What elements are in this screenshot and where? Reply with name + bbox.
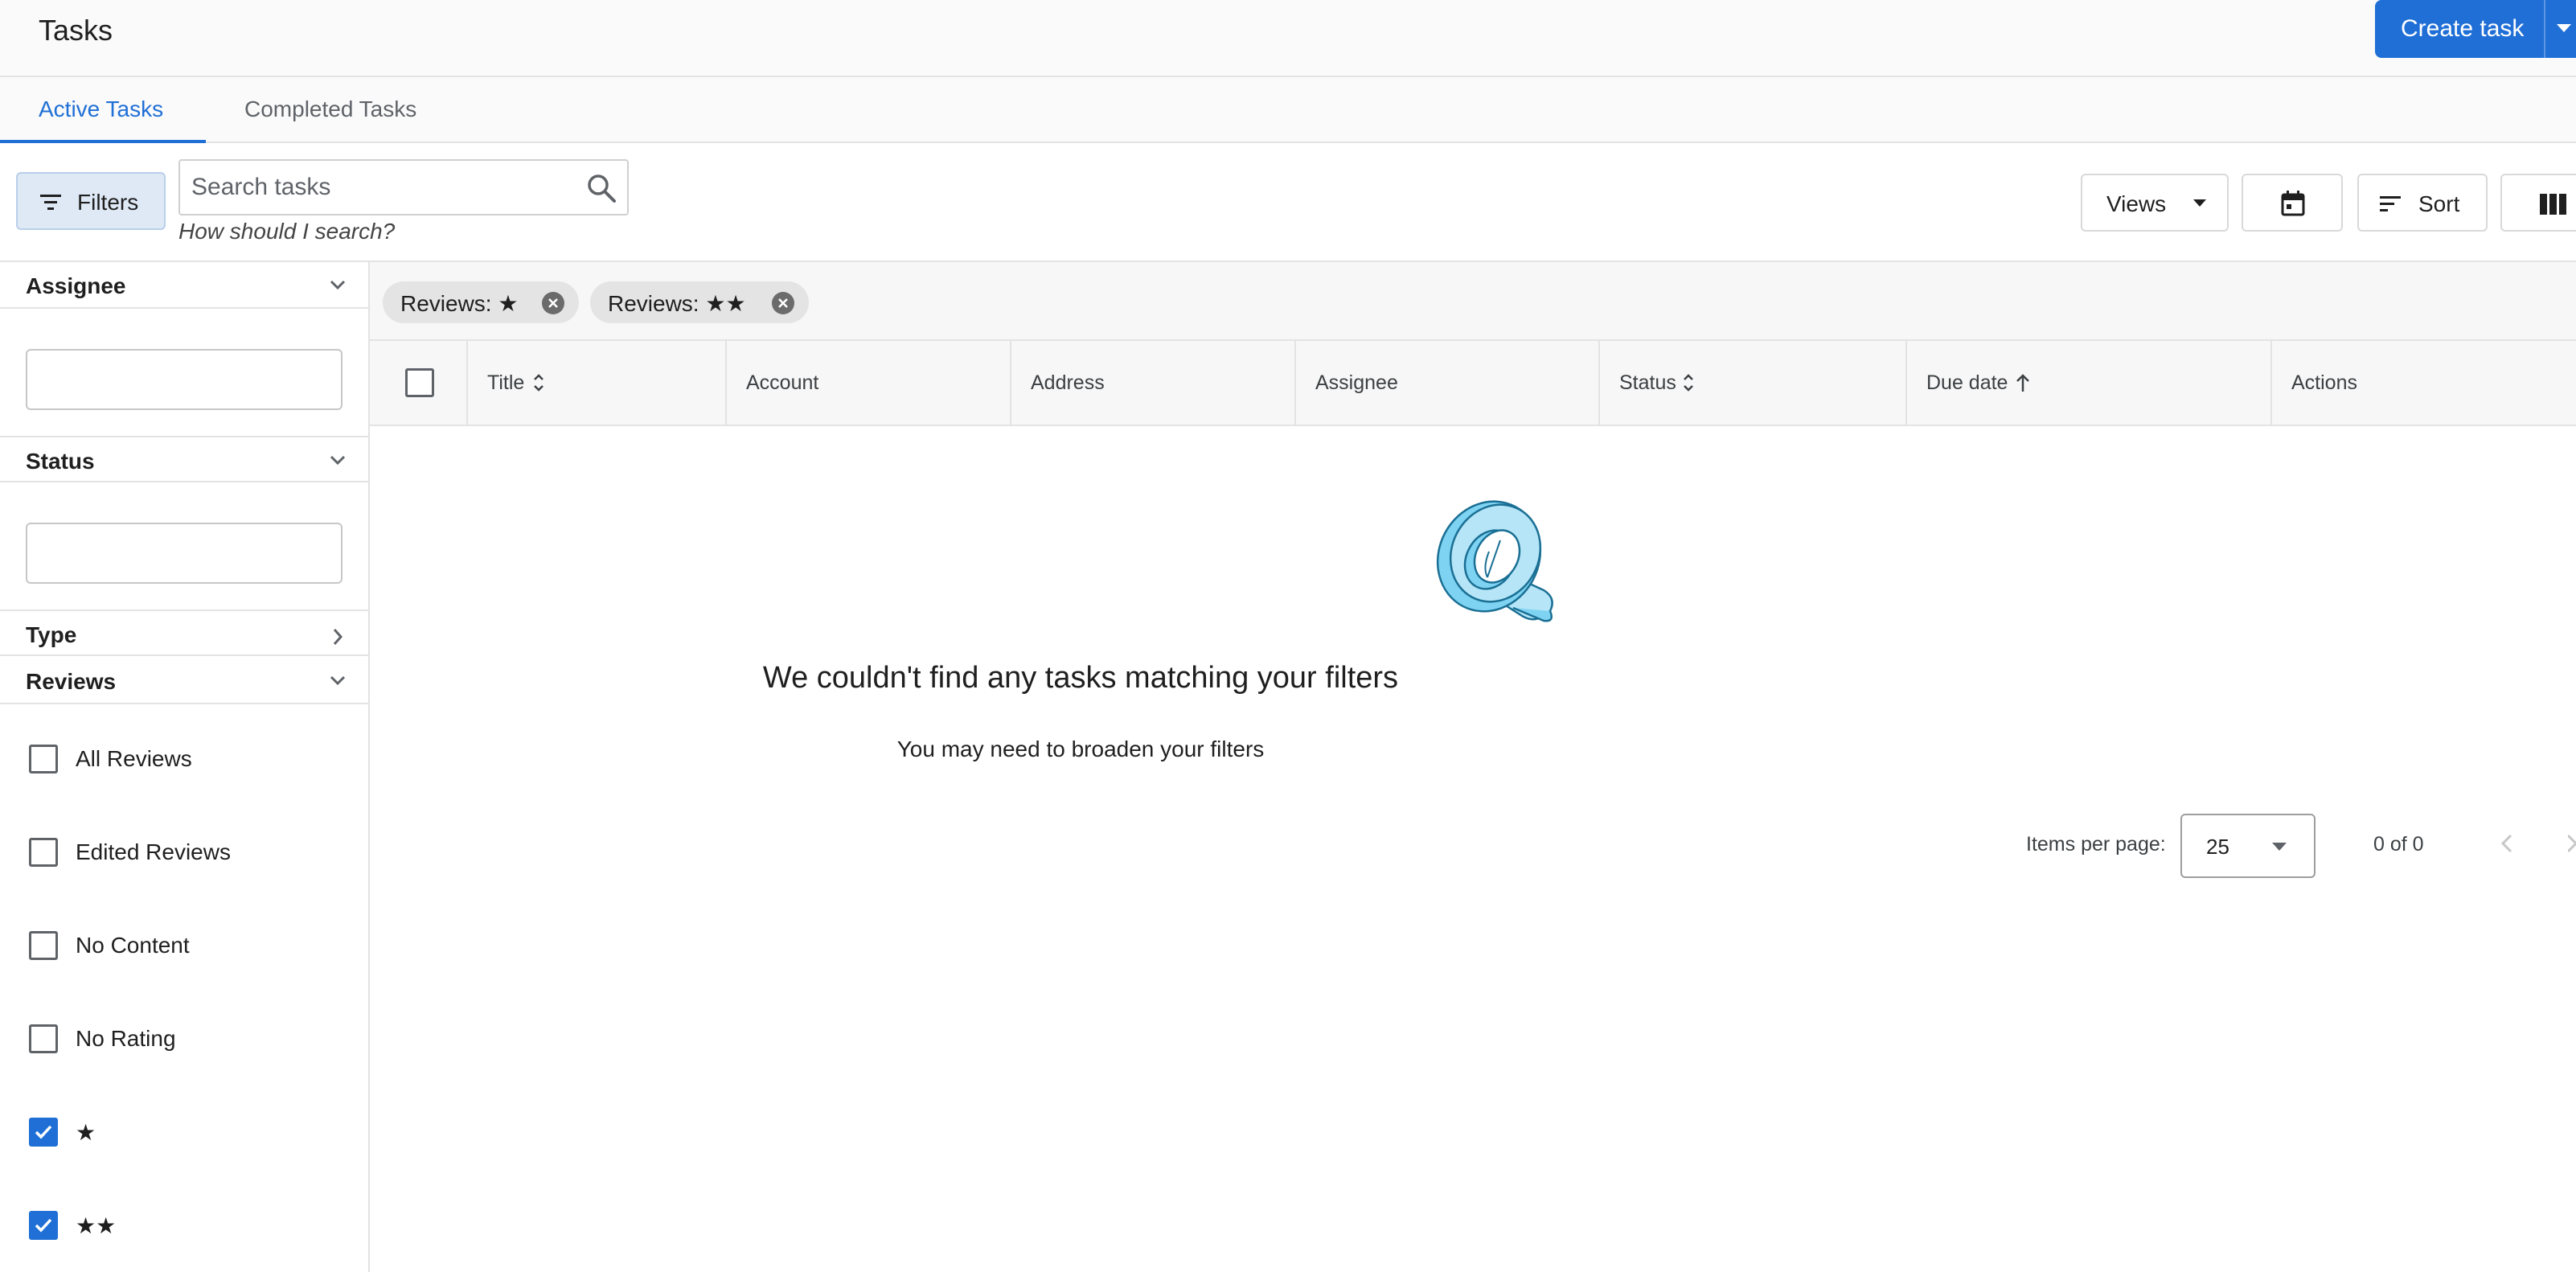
column-actions: Actions: [2272, 341, 2576, 425]
items-per-page-select[interactable]: 25: [2180, 814, 2316, 878]
checkbox-checked[interactable]: [29, 1118, 58, 1147]
chevron-down-icon: [330, 280, 346, 290]
filter-icon: [40, 195, 61, 210]
sort-icon: [2380, 196, 2401, 211]
items-per-page-label: Items per page:: [2026, 833, 2166, 856]
active-filter-chips: Reviews: ★ Reviews: ★★: [370, 262, 2576, 341]
remove-chip-icon[interactable]: [772, 292, 794, 314]
search-input[interactable]: [191, 170, 569, 204]
views-dropdown[interactable]: Views: [2081, 174, 2229, 232]
select-all-cell: [370, 341, 468, 425]
option-label: ★: [76, 1120, 96, 1145]
column-label: Address: [1031, 371, 1105, 394]
type-section-header[interactable]: Type: [0, 609, 368, 656]
chip-label: Reviews: ★★: [608, 291, 746, 316]
table-header: Title Account Address Assignee Status Du…: [370, 341, 2576, 426]
empty-state-subtitle: You may need to broaden your filters: [896, 737, 1265, 761]
empty-state-title: We couldn't find any tasks matching your…: [762, 661, 1399, 695]
status-label: Status: [26, 449, 95, 474]
columns-button[interactable]: [2500, 174, 2576, 232]
column-address[interactable]: Address: [1011, 341, 1296, 425]
checkbox[interactable]: [29, 838, 58, 867]
status-section-header[interactable]: Status: [0, 436, 368, 482]
page-header: Tasks Create task: [0, 0, 2576, 77]
option-label: No Rating: [76, 1026, 176, 1051]
checkmark-icon: [35, 1125, 52, 1139]
filter-chip[interactable]: Reviews: ★: [383, 281, 579, 323]
caret-down-icon: [2272, 843, 2287, 851]
chevron-right-icon[interactable]: [2568, 831, 2576, 856]
filter-chip[interactable]: Reviews: ★★: [590, 281, 809, 323]
assignee-section-header[interactable]: Assignee: [0, 262, 368, 309]
checkbox[interactable]: [29, 1024, 58, 1053]
filters-label: Filters: [77, 190, 139, 215]
column-title[interactable]: Title: [468, 341, 727, 425]
select-all-checkbox[interactable]: [405, 368, 434, 397]
tab-label: Active Tasks: [39, 96, 164, 121]
column-due-date[interactable]: Due date: [1907, 341, 2272, 425]
sort-unsorted-icon: [534, 374, 544, 392]
chip-label: Reviews: ★: [400, 291, 519, 316]
columns-icon: [2540, 194, 2566, 215]
sort-label: Sort: [2418, 191, 2460, 216]
column-label: Status: [1619, 371, 1676, 394]
toolbar: Filters How should I search? Views Sort: [0, 143, 2576, 262]
column-label: Due date: [1926, 371, 2008, 394]
tab-label: Completed Tasks: [244, 96, 417, 121]
assignee-input[interactable]: [26, 349, 343, 410]
column-label: Title: [487, 371, 525, 394]
column-label: Account: [746, 371, 819, 394]
main-content: Reviews: ★ Reviews: ★★ Title Account Add…: [370, 262, 2576, 1272]
sort-button[interactable]: Sort: [2357, 174, 2488, 232]
arrow-up-icon: [2016, 374, 2029, 392]
chevron-down-icon[interactable]: [2557, 24, 2571, 32]
checkbox-checked[interactable]: [29, 1211, 58, 1240]
checkbox[interactable]: [29, 931, 58, 960]
tab-completed-tasks[interactable]: Completed Tasks: [206, 77, 461, 142]
tab-active-tasks[interactable]: Active Tasks: [0, 77, 206, 143]
assignee-label: Assignee: [26, 273, 126, 298]
split-divider: [2544, 0, 2545, 58]
tab-bar: Active Tasks Completed Tasks: [0, 77, 2576, 143]
views-label: Views: [2106, 191, 2167, 216]
checkmark-icon: [35, 1218, 52, 1233]
filter-sidebar: Assignee Status Type Reviews All Reviews…: [0, 262, 370, 1272]
column-status[interactable]: Status: [1600, 341, 1907, 425]
column-label: Assignee: [1315, 371, 1398, 394]
calendar-icon: [2281, 191, 2305, 216]
create-task-button[interactable]: Create task: [2375, 0, 2576, 58]
caret-down-icon: [2193, 199, 2206, 207]
option-label: ★★: [76, 1213, 117, 1238]
chevron-right-icon: [333, 629, 343, 645]
search-box[interactable]: [178, 159, 629, 215]
option-label: Edited Reviews: [76, 839, 231, 864]
type-label: Type: [26, 622, 77, 647]
filters-button[interactable]: Filters: [16, 172, 166, 230]
pagination-range: 0 of 0: [2373, 833, 2424, 856]
column-assignee[interactable]: Assignee: [1296, 341, 1600, 425]
create-task-label: Create task: [2401, 15, 2525, 42]
magnifier-illustration: [1436, 500, 1553, 622]
remove-chip-icon[interactable]: [542, 292, 564, 314]
chevron-left-icon[interactable]: [2499, 831, 2515, 856]
search-icon[interactable]: [585, 172, 617, 204]
items-per-page-value: 25: [2206, 835, 2229, 859]
chevron-down-icon: [330, 455, 346, 466]
date-filter-button[interactable]: [2242, 174, 2343, 232]
column-account[interactable]: Account: [727, 341, 1011, 425]
column-label: Actions: [2291, 371, 2357, 394]
status-input[interactable]: [26, 523, 343, 584]
search-help-link[interactable]: How should I search?: [178, 219, 395, 244]
page-title: Tasks: [39, 14, 113, 47]
option-label: No Content: [76, 933, 190, 958]
sort-unsorted-icon: [1684, 374, 1693, 392]
